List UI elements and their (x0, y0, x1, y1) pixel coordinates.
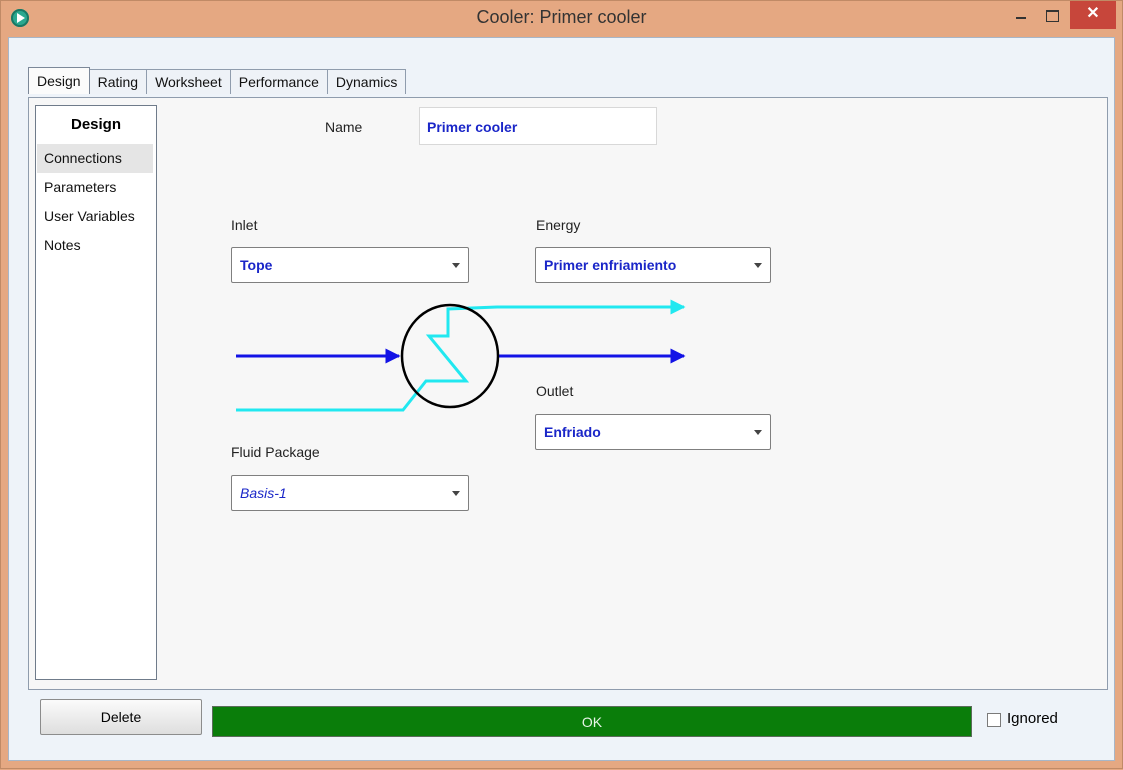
chevron-down-icon (452, 491, 460, 496)
tab-performance[interactable]: Performance (229, 69, 328, 94)
tab-rating[interactable]: Rating (88, 69, 148, 94)
cooler-window: Cooler: Primer cooler ✕ Design Rating Wo… (0, 0, 1123, 769)
name-label: Name (325, 119, 363, 135)
maximize-button[interactable] (1038, 1, 1066, 29)
tab-worksheet[interactable]: Worksheet (146, 69, 231, 94)
ignored-checkbox[interactable] (987, 713, 1001, 727)
name-input[interactable]: Primer cooler (419, 107, 657, 145)
inlet-value: Tope (240, 257, 273, 273)
design-nav: Design Connections Parameters User Varia… (35, 105, 157, 680)
energy-dropdown[interactable]: Primer enfriamiento (535, 247, 771, 283)
energy-label: Energy (536, 217, 581, 233)
nav-item-user-variables[interactable]: User Variables (37, 202, 153, 231)
chevron-down-icon (452, 263, 460, 268)
ignored-label[interactable]: Ignored (1007, 710, 1058, 727)
energy-value: Primer enfriamiento (544, 257, 677, 273)
fluid-package-value: Basis-1 (240, 485, 287, 501)
outlet-dropdown[interactable]: Enfriado (535, 414, 771, 450)
tab-design[interactable]: Design (28, 67, 90, 94)
tab-strip: Design Rating Worksheet Performance Dyna… (28, 67, 407, 96)
close-icon: ✕ (1086, 5, 1100, 22)
window-title: Cooler: Primer cooler (476, 7, 647, 27)
delete-button[interactable]: Delete (40, 699, 202, 735)
minimize-icon (1016, 17, 1026, 19)
nav-item-connections[interactable]: Connections (37, 144, 153, 173)
outlet-value: Enfriado (544, 424, 601, 440)
nav-header: Design (70, 116, 121, 133)
maximize-icon (1046, 10, 1059, 22)
nav-item-parameters[interactable]: Parameters (37, 173, 153, 202)
tab-dynamics[interactable]: Dynamics (326, 69, 407, 94)
fluid-package-label: Fluid Package (231, 444, 320, 460)
outlet-label: Outlet (536, 383, 574, 399)
nav-item-notes[interactable]: Notes (37, 231, 153, 260)
chevron-down-icon (754, 430, 762, 435)
fluid-package-dropdown[interactable]: Basis-1 (231, 475, 469, 511)
inlet-label: Inlet (231, 217, 258, 233)
chevron-down-icon (754, 263, 762, 268)
title-bar[interactable]: Cooler: Primer cooler ✕ (1, 1, 1122, 37)
status-bar: OK (212, 706, 972, 737)
minimize-button[interactable] (1007, 1, 1035, 29)
inlet-dropdown[interactable]: Tope (231, 247, 469, 283)
close-button[interactable]: ✕ (1070, 1, 1116, 29)
